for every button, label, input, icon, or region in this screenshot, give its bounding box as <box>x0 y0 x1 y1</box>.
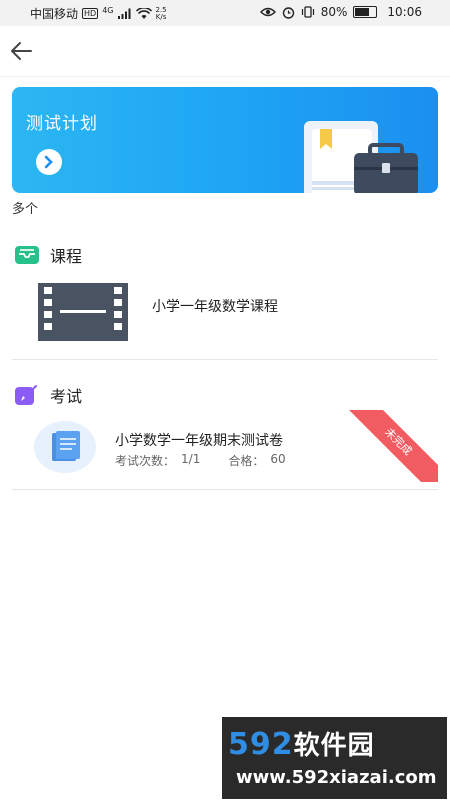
eye-icon <box>259 7 276 17</box>
film-strip-icon <box>38 283 128 341</box>
scroll-document-icon <box>52 431 80 461</box>
battery-percent: 80% <box>320 5 348 19</box>
exam-name: 小学数学一年级期末测试卷 <box>115 433 283 449</box>
chevron-right-icon <box>44 155 53 169</box>
vibrate-icon <box>301 6 314 18</box>
exam-item[interactable]: 小学数学一年级期末测试卷 考试次数： 1/1 合格： 60 未完成 <box>12 410 438 482</box>
wifi-icon <box>135 7 152 19</box>
pass-value: 60 <box>270 452 286 466</box>
banner-go-button[interactable] <box>36 149 62 175</box>
banner-title: 测试计划 <box>26 114 98 134</box>
divider <box>12 489 438 490</box>
back-button[interactable] <box>8 38 36 64</box>
network-speed: 2.5 K/s <box>155 6 167 21</box>
course-name: 小学一年级数学课程 <box>152 299 278 315</box>
arrow-left-icon <box>11 42 32 60</box>
plan-count: 多个 <box>12 202 39 217</box>
exam-section-title: 考试 <box>50 387 83 406</box>
watermark-url: www.592xiazai.com <box>236 767 437 788</box>
hd-badge: HD <box>82 8 99 19</box>
network-type: 4G <box>102 6 114 15</box>
battery-icon <box>353 6 378 18</box>
status-left: 中国移动 HD 4G 2.5 K/s <box>30 5 167 22</box>
signal-icon <box>117 8 130 19</box>
exam-meta: 考试次数： 1/1 合格： 60 <box>115 452 286 469</box>
clock: 10:06 <box>387 5 422 19</box>
exam-section-header: 考试 <box>14 383 82 407</box>
watermark-brand-num: 592 <box>228 727 294 762</box>
status-ribbon: 未完成 <box>340 410 438 482</box>
attempts-label: 考试次数： <box>115 454 176 468</box>
speed-unit: K/s <box>155 12 167 21</box>
watermark: 592软件园 www.592xiazai.com <box>222 717 447 799</box>
status-bar: 中国移动 HD 4G 2.5 K/s 80% 10:06 <box>0 0 450 26</box>
status-right: 80% 10:06 <box>259 5 422 19</box>
carrier-label: 中国移动 <box>30 7 79 21</box>
course-section-title: 课程 <box>50 247 83 266</box>
book-briefcase-illustration <box>304 121 418 193</box>
course-section-header: 课程 <box>14 243 82 267</box>
attempts-value: 1/1 <box>181 452 201 466</box>
pass-label: 合格： <box>228 454 265 468</box>
test-plan-banner[interactable]: 测试计划 <box>12 87 438 193</box>
app-bar <box>0 26 450 77</box>
alarm-icon <box>282 6 294 19</box>
watermark-brand: 592软件园 <box>228 725 375 762</box>
pen-edit-icon <box>15 385 37 405</box>
inbox-tray-icon <box>15 246 39 264</box>
divider <box>12 359 438 360</box>
watermark-brand-cn: 软件园 <box>293 731 375 761</box>
exam-icon-circle <box>34 421 96 473</box>
